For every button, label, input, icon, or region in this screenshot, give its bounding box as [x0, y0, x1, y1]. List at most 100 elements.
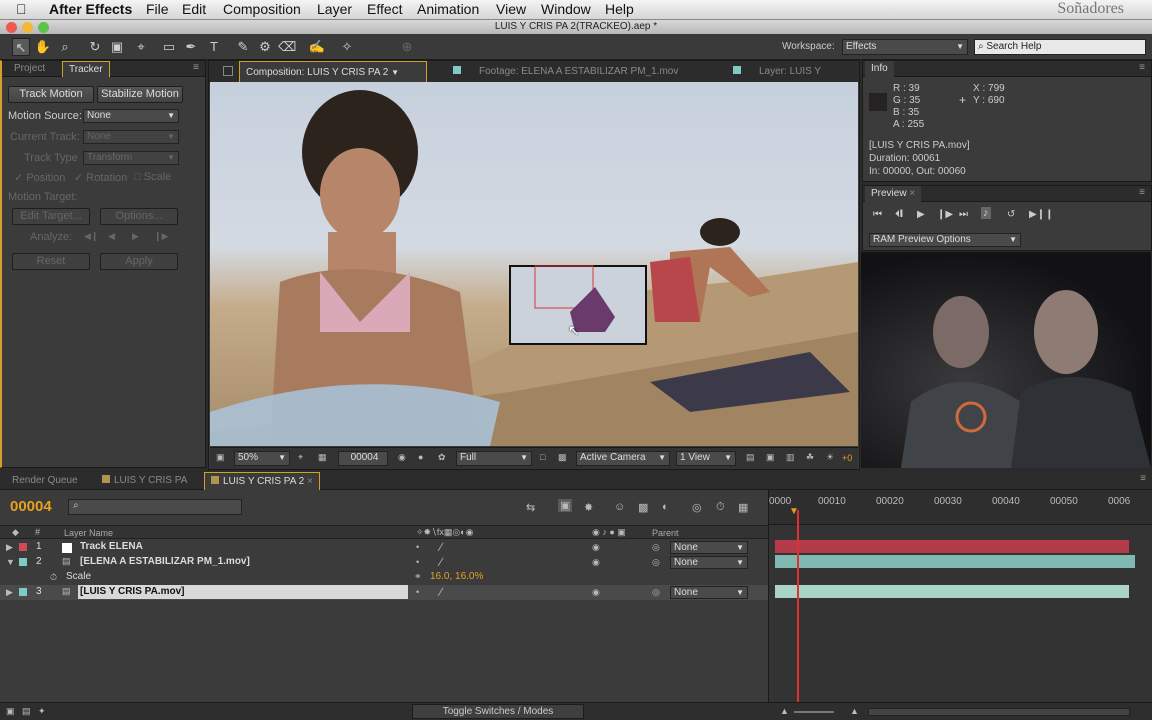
options-button[interactable]: Options... [100, 208, 178, 225]
ram-preview-icon[interactable]: ▶❙❙ [1029, 209, 1053, 220]
snapshot-icon[interactable]: ◉ [398, 452, 406, 463]
layer-label-swatch[interactable] [19, 543, 27, 551]
visibility-eye-icon[interactable]: ◉ [592, 557, 600, 568]
tab-layer[interactable]: Layer: LUIS Y [727, 61, 827, 83]
layer-label-swatch[interactable] [19, 558, 27, 566]
stopwatch-icon[interactable]: ⏱ [50, 572, 57, 583]
hand-tool-icon[interactable]: ✋ [34, 38, 52, 56]
menu-composition[interactable]: Composition [223, 1, 301, 17]
hide-shy-layers-icon[interactable]: ☺ [614, 501, 625, 513]
toggle-switches-modes-button[interactable]: Toggle Switches / Modes [412, 704, 584, 719]
puppet-pin-tool-icon[interactable]: ✧ [338, 38, 356, 56]
grid-icon[interactable]: ▦ [318, 452, 327, 463]
current-time-display[interactable]: 00004 [10, 498, 52, 515]
menu-view[interactable]: View [496, 1, 526, 17]
stabilize-motion-button[interactable]: Stabilize Motion [97, 86, 183, 103]
parent-dropdown[interactable]: None ▼ [670, 586, 748, 599]
tab-render-queue[interactable]: Render Queue [6, 472, 84, 490]
visibility-eye-icon[interactable]: ◉ [592, 587, 600, 598]
menu-effect[interactable]: Effect [367, 1, 403, 17]
toggle-pixel-aspect-icon[interactable]: ▤ [746, 452, 755, 463]
pick-whip-icon[interactable]: ◎ [652, 587, 660, 598]
rectangle-tool-icon[interactable]: ▭ [160, 38, 178, 56]
exposure-icon[interactable]: ☀ [826, 452, 834, 463]
frame-blending-icon[interactable]: ▩ [638, 501, 648, 514]
apply-button[interactable]: Apply [100, 253, 178, 270]
show-snapshot-icon[interactable]: ● [418, 452, 423, 462]
first-frame-icon[interactable]: ⏮ [873, 209, 882, 220]
selection-tool-icon[interactable]: ↖ [12, 38, 30, 56]
zoom-in-icon[interactable]: ▲ [850, 706, 859, 716]
composition-viewer[interactable]: ↖ [210, 82, 858, 446]
analyze-forward-one-icon[interactable]: ❙▶ [154, 231, 168, 242]
collapse-arrow-icon[interactable]: ▼ [6, 557, 15, 567]
layer-row-3[interactable]: ▶ 3 ▤ [LUIS Y CRIS PA.mov] • ∕ ◉ ◎ None ▼ [0, 585, 768, 600]
previous-frame-icon[interactable]: ⏴❙ [895, 209, 903, 220]
edit-target-button[interactable]: Edit Target... [12, 208, 90, 225]
tab-comp-1[interactable]: LUIS Y CRIS PA [96, 472, 193, 490]
track-motion-button[interactable]: Track Motion [8, 86, 94, 103]
track-type-dropdown[interactable]: Transform ▼ [83, 151, 179, 165]
timeline-scrollbar[interactable] [868, 708, 1130, 716]
reset-button[interactable]: Reset [12, 253, 90, 270]
flowchart-icon[interactable]: ☘ [806, 452, 814, 463]
graph-editor-icon[interactable]: ▦ [738, 501, 748, 514]
layer-name[interactable]: [ELENA A ESTABILIZAR PM_1.mov] [80, 556, 250, 567]
close-tab-icon[interactable]: × [909, 188, 915, 199]
time-ruler[interactable]: 0000 00010 00020 00030 00040 00050 0006 … [769, 490, 1152, 525]
panel-menu-icon[interactable]: ≡ [1139, 62, 1145, 73]
layer-search-input[interactable]: ⌕ [68, 499, 242, 515]
pick-whip-icon[interactable]: ◎ [652, 542, 660, 553]
rotation-tool-icon[interactable]: ↻ [86, 38, 104, 56]
pan-behind-tool-icon[interactable]: ⌖ [132, 38, 150, 56]
clone-stamp-tool-icon[interactable]: ⚙ [256, 38, 274, 56]
close-tab-icon[interactable]: × [307, 476, 313, 487]
parent-dropdown[interactable]: None ▼ [670, 556, 748, 569]
tab-comp-2[interactable]: LUIS Y CRIS PA 2 × [204, 472, 320, 490]
play-icon[interactable]: ▶ [917, 209, 925, 220]
menu-animation[interactable]: Animation [417, 1, 479, 17]
layer-name[interactable]: Track ELENA [80, 541, 143, 552]
panel-menu-icon[interactable]: ≡ [193, 62, 199, 73]
parent-dropdown[interactable]: None ▼ [670, 541, 748, 554]
layer-bar-2[interactable] [775, 555, 1135, 568]
menu-layer[interactable]: Layer [317, 1, 352, 17]
axis-mode-icon[interactable]: ⊕ [398, 38, 416, 56]
motion-blur-icon[interactable]: ◐ [662, 501, 669, 513]
zoom-slider[interactable] [794, 711, 834, 713]
current-time-field[interactable]: 00004 [338, 451, 388, 466]
tab-composition[interactable]: Composition: LUIS Y CRIS PA 2 ▼ [239, 61, 427, 83]
tab-footage[interactable]: Footage: ELENA A ESTABILIZAR PM_1.mov [447, 61, 684, 83]
brush-tool-icon[interactable]: ✎ [234, 38, 252, 56]
layer-bar-1[interactable] [775, 540, 1129, 553]
playhead-line[interactable] [797, 510, 799, 702]
camera-view-dropdown[interactable]: Active Camera ▼ [576, 451, 670, 466]
always-preview-icon[interactable]: ▣ [216, 452, 225, 463]
roto-brush-tool-icon[interactable]: ✍ [308, 38, 326, 56]
shy-switch-icon[interactable]: • [416, 557, 419, 567]
panel-menu-icon[interactable]: ≡ [1140, 473, 1146, 484]
panel-menu-icon[interactable]: ≡ [1139, 187, 1145, 198]
expand-in-out-icon[interactable]: ✦ [38, 706, 46, 717]
expand-arrow-icon[interactable]: ▶ [6, 542, 13, 553]
comp-mini-flowchart-icon[interactable]: ⇆ [526, 501, 535, 514]
lock-view-icon[interactable] [223, 66, 233, 76]
magnification-dropdown[interactable]: 50% ▼ [234, 451, 290, 466]
position-checkbox[interactable]: ✓ Position [14, 171, 65, 184]
analyze-backward-icon[interactable]: ◀ [108, 231, 115, 242]
timeline-icon[interactable]: ▥ [786, 452, 795, 463]
current-track-dropdown[interactable]: None ▼ [83, 130, 179, 144]
layer-bar-3[interactable] [775, 585, 1129, 598]
analyze-forward-icon[interactable]: ▶ [132, 231, 139, 242]
expand-arrow-icon[interactable]: ▶ [6, 587, 13, 598]
workspace-dropdown[interactable]: Effects ▼ [842, 39, 968, 55]
auto-keyframe-icon[interactable]: ⏱ [716, 501, 725, 514]
quality-switch-icon[interactable]: ∕ [440, 540, 442, 554]
motion-source-dropdown[interactable]: None ▼ [83, 109, 179, 123]
menu-app-name[interactable]: After Effects [49, 1, 132, 17]
layer-row-1[interactable]: ▶ 1 Track ELENA • ∕ ◉ ◎ None ▼ [0, 540, 768, 555]
timeline-graph-area[interactable]: 0000 00010 00020 00030 00040 00050 0006 … [768, 490, 1152, 702]
constrain-proportions-icon[interactable]: ⚭ [414, 571, 422, 582]
shy-switch-icon[interactable]: • [416, 542, 419, 552]
transparency-grid-icon[interactable]: ▩ [558, 452, 567, 463]
